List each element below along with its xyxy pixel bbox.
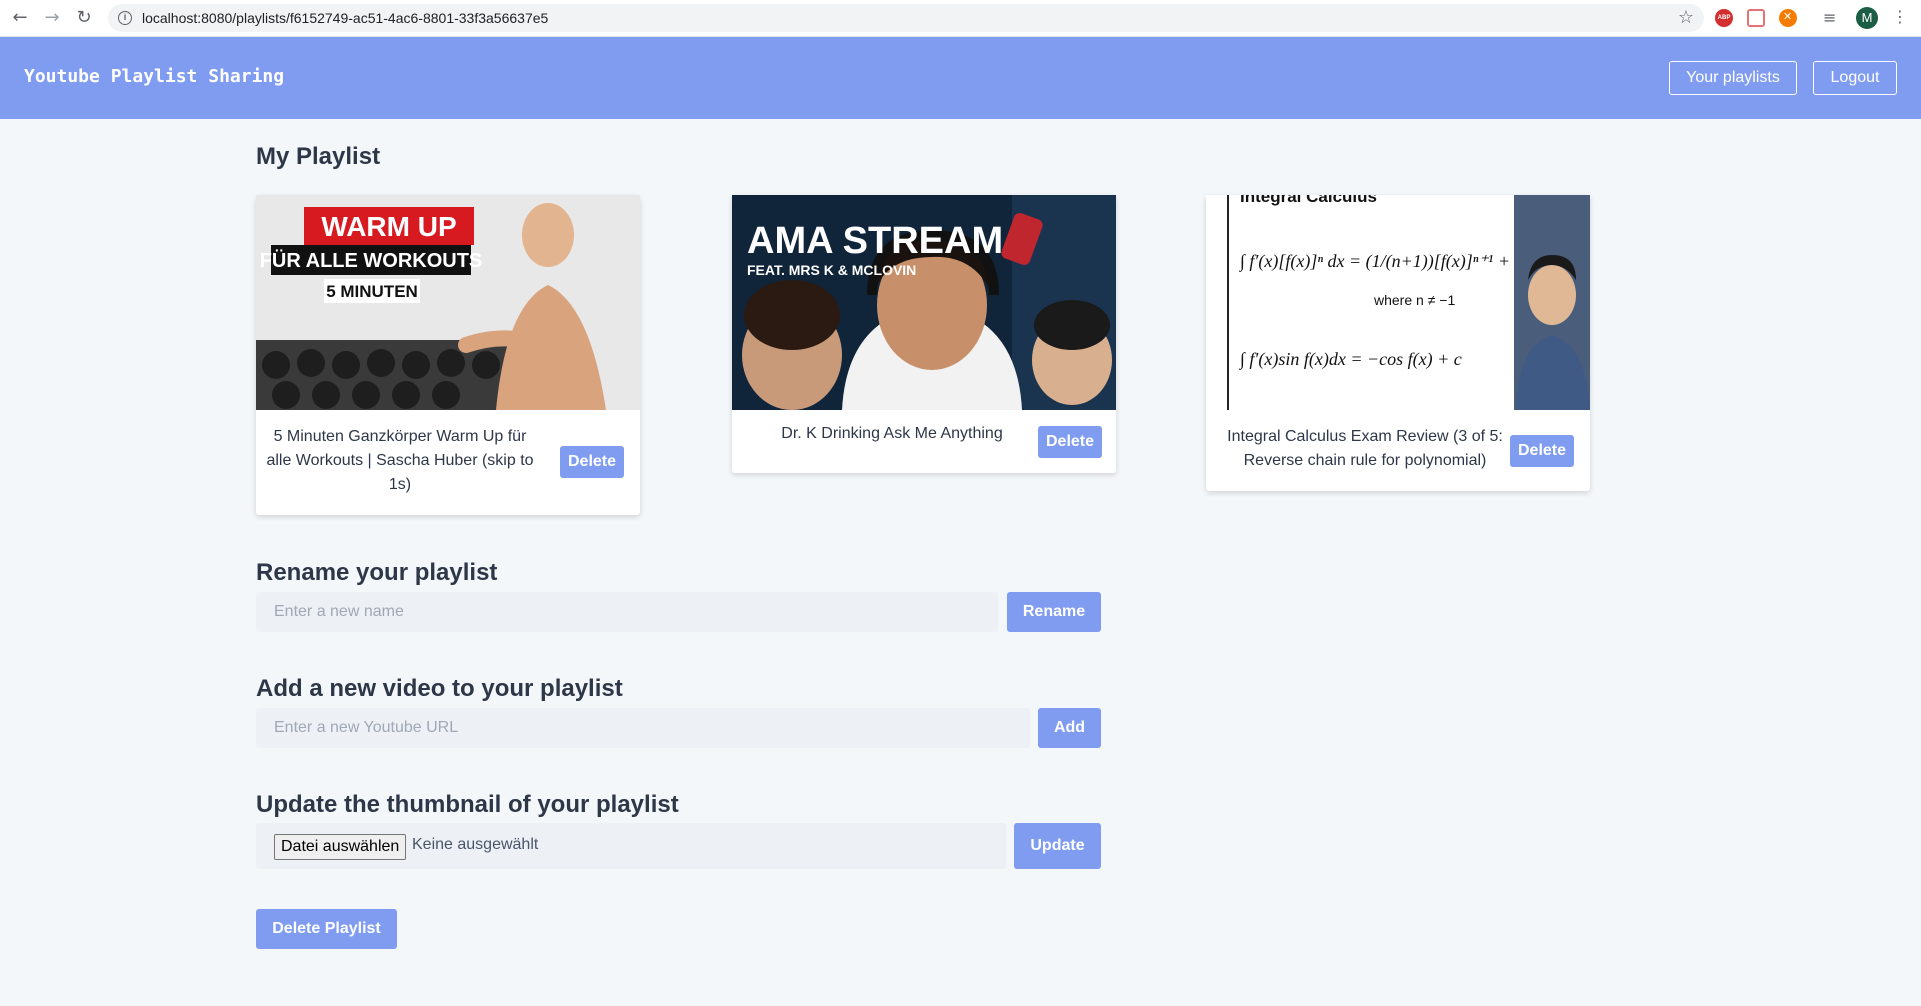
- site-info-icon[interactable]: i: [118, 11, 132, 25]
- delete-video-button[interactable]: Delete: [560, 446, 624, 478]
- thumb-line: AMA STREAM: [747, 220, 1003, 262]
- orange-extension-icon[interactable]: [1779, 9, 1797, 27]
- svg-text:∫ f′(x)sin f(x)dx = −cos f(x): ∫ f′(x)sin f(x)dx = −cos f(x) + c: [1239, 349, 1462, 370]
- video-thumbnail[interactable]: Integral Calculus ∫ f′(x)[f(x)]ⁿ dx = (1…: [1206, 195, 1590, 410]
- thumb-line: 5 MINUTEN: [326, 282, 418, 301]
- video-card: AMA STREAM FEAT. MRS K & MCLOVIN Dr. K D…: [732, 195, 1116, 473]
- video-card: Integral Calculus ∫ f′(x)[f(x)]ⁿ dx = (1…: [1206, 195, 1590, 491]
- pdf-extension-icon[interactable]: [1747, 9, 1765, 27]
- add-video-heading: Add a new video to your playlist: [256, 675, 623, 702]
- rename-heading: Rename your playlist: [256, 559, 498, 586]
- thumb-line: where n ≠ −1: [1373, 292, 1455, 308]
- rename-button[interactable]: Rename: [1007, 592, 1101, 632]
- warmup-thumbnail-image: WARM UP FÜR ALLE WORKOUTS 5 MINUTEN: [256, 195, 640, 410]
- update-thumbnail-button[interactable]: Update: [1014, 823, 1101, 869]
- logout-button[interactable]: Logout: [1813, 61, 1897, 95]
- youtube-url-input[interactable]: [256, 708, 1030, 748]
- choose-file-button[interactable]: Datei auswählen: [274, 834, 407, 860]
- bookmark-star-icon[interactable]: ☆: [1678, 7, 1694, 28]
- delete-video-button[interactable]: Delete: [1510, 435, 1574, 467]
- reload-icon[interactable]: ↻: [72, 6, 96, 30]
- app-header: Youtube Playlist Sharing Your playlists …: [0, 37, 1921, 119]
- thumb-line: FÜR ALLE WORKOUTS: [260, 249, 483, 272]
- address-bar[interactable]: i localhost:8080/playlists/f6152749-ac51…: [108, 4, 1704, 32]
- delete-playlist-button[interactable]: Delete Playlist: [256, 909, 397, 949]
- rename-input[interactable]: [256, 592, 998, 632]
- thumbnail-heading: Update the thumbnail of your playlist: [256, 791, 679, 818]
- add-video-button[interactable]: Add: [1038, 708, 1101, 748]
- your-playlists-button[interactable]: Your playlists: [1669, 61, 1797, 95]
- thumb-line: FEAT. MRS K & MCLOVIN: [747, 262, 916, 278]
- video-card: WARM UP FÜR ALLE WORKOUTS 5 MINUTEN 5 Mi…: [256, 195, 640, 515]
- video-title: Integral Calculus Exam Review (3 of 5: R…: [1227, 428, 1503, 469]
- video-thumbnail[interactable]: WARM UP FÜR ALLE WORKOUTS 5 MINUTEN: [256, 195, 640, 410]
- forward-icon[interactable]: →: [40, 6, 64, 30]
- thumb-line: Integral Calculus: [1240, 195, 1377, 206]
- delete-video-button[interactable]: Delete: [1038, 426, 1102, 458]
- thumb-line: WARM UP: [321, 211, 456, 242]
- browser-toolbar: ← → ↻ i localhost:8080/playlists/f615274…: [0, 0, 1921, 37]
- profile-avatar[interactable]: M: [1856, 7, 1878, 29]
- video-title: Dr. K Drinking Ask Me Anything: [781, 425, 1003, 442]
- ama-thumbnail-image: AMA STREAM FEAT. MRS K & MCLOVIN: [732, 195, 1116, 410]
- browser-menu-icon[interactable]: ⋮: [1892, 7, 1908, 26]
- page-title: My Playlist: [256, 143, 381, 170]
- svg-text:∫ f′(x)[f(x)]ⁿ dx = (1/(n+1))[: ∫ f′(x)[f(x)]ⁿ dx = (1/(n+1))[f(x)]ⁿ⁺¹ +…: [1239, 251, 1522, 272]
- adblock-extension-icon[interactable]: ABP: [1715, 9, 1733, 27]
- video-title: 5 Minuten Ganzkörper Warm Up für alle Wo…: [266, 428, 534, 493]
- url-text[interactable]: localhost:8080/playlists/f6152749-ac51-4…: [142, 10, 548, 26]
- video-thumbnail[interactable]: AMA STREAM FEAT. MRS K & MCLOVIN: [732, 195, 1116, 410]
- reading-list-icon[interactable]: ≡: [1823, 9, 1841, 27]
- back-icon[interactable]: ←: [8, 6, 32, 30]
- file-status-text: Keine ausgewählt: [412, 836, 539, 853]
- calculus-thumbnail-image: Integral Calculus ∫ f′(x)[f(x)]ⁿ dx = (1…: [1206, 195, 1590, 410]
- brand-title[interactable]: Youtube Playlist Sharing: [24, 66, 284, 87]
- file-picker: Datei auswählen Keine ausgewählt: [256, 823, 1006, 869]
